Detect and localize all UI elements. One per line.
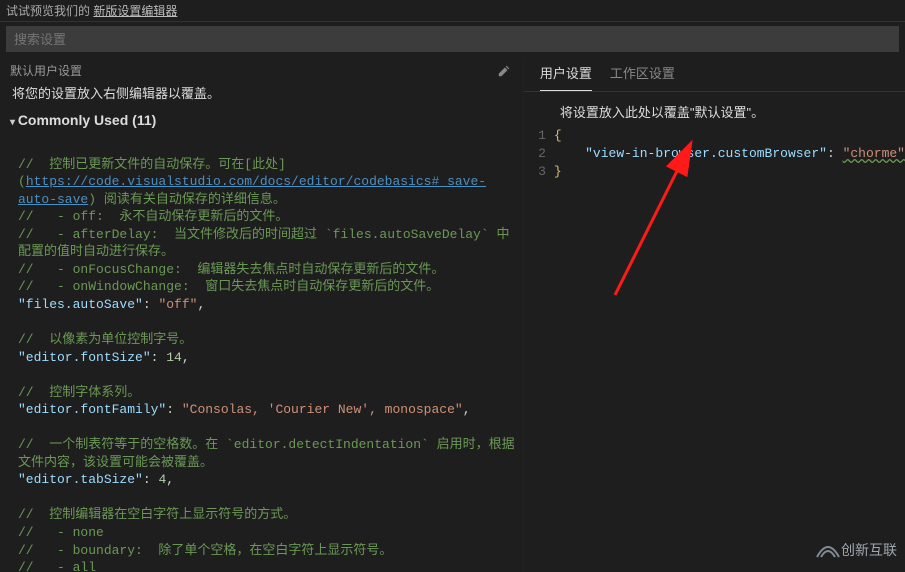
settings-tabs: 用户设置 工作区设置 <box>524 58 905 92</box>
setting-value: "Consolas, 'Courier New', monospace" <box>182 402 463 417</box>
colon: : <box>827 146 843 161</box>
comment: // - off: 永不自动保存更新后的文件。 <box>18 209 288 224</box>
brace-close: } <box>554 164 562 179</box>
search-bar[interactable] <box>6 26 899 52</box>
setting-key: "editor.fontFamily" <box>18 402 166 417</box>
line-number: 2 <box>524 145 546 163</box>
colon: : <box>151 350 167 365</box>
comment: ) 阅读有关自动保存的详细信息。 <box>88 192 286 207</box>
colon: : <box>143 472 159 487</box>
preview-bar: 试试预览我们的 新版设置编辑器 <box>0 0 905 22</box>
default-settings-hint: 将您的设置放入右侧编辑器以覆盖。 <box>12 83 519 102</box>
setting-key: "editor.fontSize" <box>18 350 151 365</box>
line-gutter: 1 2 3 <box>524 127 554 181</box>
user-settings-editor[interactable]: 1 2 3 { "view-in-browser.customBrowser":… <box>524 127 905 181</box>
comment: // - boundary: 除了单个空格，在空白字符上显示符号。 <box>18 543 392 558</box>
json-key: "view-in-browser.customBrowser" <box>585 146 827 161</box>
line-number: 1 <box>524 127 546 145</box>
tab-workspace-settings[interactable]: 工作区设置 <box>610 63 675 91</box>
tab-user-settings[interactable]: 用户设置 <box>540 63 592 91</box>
comment: // 以像素为单位控制字号。 <box>18 332 192 347</box>
pencil-icon[interactable] <box>497 64 511 78</box>
watermark: 创新互联 <box>805 527 905 572</box>
commonly-used-section[interactable]: Commonly Used (11) <box>10 112 519 128</box>
colon: : <box>143 297 159 312</box>
comma: , <box>166 472 174 487</box>
comment: // - all <box>18 560 96 572</box>
comma: , <box>463 402 471 417</box>
comment: // 控制编辑器在空白字符上显示符号的方式。 <box>18 507 296 522</box>
preview-link[interactable]: 新版设置编辑器 <box>93 4 177 18</box>
comment: // - onWindowChange: 窗口失去焦点时自动保存更新后的文件。 <box>18 279 439 294</box>
comma: , <box>197 297 205 312</box>
comma: , <box>182 350 190 365</box>
colon: : <box>166 402 182 417</box>
comment: // - onFocusChange: 编辑器失去焦点时自动保存更新后的文件。 <box>18 262 444 277</box>
json-value: "chorme" <box>843 146 905 161</box>
default-settings-pane: 默认用户设置 将您的设置放入右侧编辑器以覆盖。 Commonly Used (1… <box>0 58 524 572</box>
setting-key: "files.autoSave" <box>18 297 143 312</box>
line-number: 3 <box>524 163 546 181</box>
brace-open: { <box>554 128 562 143</box>
watermark-text: 创新互联 <box>841 540 897 560</box>
preview-text: 试试预览我们的 <box>6 4 93 18</box>
search-input[interactable] <box>14 32 891 47</box>
setting-value: 14 <box>166 350 182 365</box>
default-settings-code: // 控制已更新文件的自动保存。可在[此处](https://code.visu… <box>10 138 519 572</box>
comment: // 控制字体系列。 <box>18 385 140 400</box>
setting-key: "editor.tabSize" <box>18 472 143 487</box>
user-settings-pane: 用户设置 工作区设置 将设置放入此处以覆盖"默认设置"。 1 2 3 { "vi… <box>524 58 905 572</box>
setting-value: "off" <box>158 297 197 312</box>
comment: // - afterDelay: 当文件修改后的时间超过 `files.auto… <box>18 227 509 260</box>
default-settings-title: 默认用户设置 <box>10 62 82 79</box>
comment: // 一个制表符等于的空格数。在 `editor.detectIndentati… <box>18 437 515 470</box>
user-settings-hint: 将设置放入此处以覆盖"默认设置"。 <box>560 102 905 121</box>
comment: // - none <box>18 525 104 540</box>
